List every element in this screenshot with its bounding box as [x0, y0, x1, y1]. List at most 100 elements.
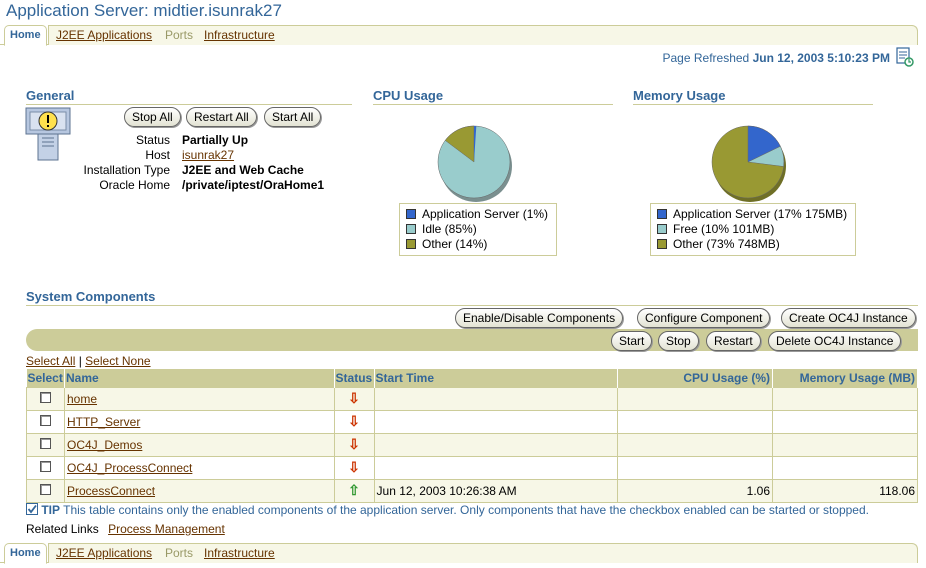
- bottom-tab-j2ee-applications[interactable]: J2EE Applications: [56, 546, 152, 560]
- select-cell: [26, 409, 65, 434]
- memory-usage-heading: Memory Usage: [633, 88, 873, 105]
- start-time-cell: [373, 409, 619, 434]
- delete-oc4j-instance-button[interactable]: Delete OC4J Instance: [768, 331, 902, 351]
- name-cell: ProcessConnect: [63, 478, 335, 503]
- row-select-checkbox[interactable]: [39, 460, 51, 472]
- row-select-checkbox[interactable]: [39, 414, 51, 426]
- tip-check-icon: [26, 503, 38, 515]
- table-row: home ⇩: [26, 386, 918, 411]
- selection-links: Select All | Select None: [26, 354, 151, 368]
- create-oc4j-instance-button[interactable]: Create OC4J Instance: [781, 308, 916, 328]
- oracle-home-value: /private/iptest/OraHome1: [182, 178, 325, 192]
- status-up-arrow-icon: ⇧: [348, 482, 360, 498]
- tip-label: TIP: [41, 503, 61, 517]
- row-select-checkbox[interactable]: [39, 391, 51, 403]
- status-cell: ⇩: [333, 386, 375, 411]
- select-cell: [26, 455, 65, 480]
- status-cell: ⇩: [333, 409, 375, 434]
- host-label: Host: [145, 148, 170, 162]
- table-row: OC4J_Demos ⇩: [26, 432, 918, 457]
- bottom-tab-home[interactable]: Home: [4, 543, 47, 564]
- tip-body: This table contains only the enabled com…: [63, 503, 869, 517]
- stop-all-button[interactable]: Stop All: [124, 107, 181, 127]
- process-management-link[interactable]: Process Management: [108, 522, 225, 536]
- cpu-usage-cell: [617, 409, 774, 434]
- status-down-arrow-icon: ⇩: [348, 436, 360, 452]
- start-all-button[interactable]: Start All: [264, 107, 322, 127]
- general-properties: Status Partially Up Host isunrak27 Insta…: [0, 133, 360, 193]
- memory-usage-cell: 118.06: [772, 478, 918, 503]
- enable-disable-components-button[interactable]: Enable/Disable Components: [455, 308, 624, 328]
- select-cell: [26, 386, 65, 411]
- refresh-timestamp: Jun 12, 2003 5:10:23 PM: [752, 51, 890, 65]
- status-down-arrow-icon: ⇩: [348, 459, 360, 475]
- row-select-checkbox[interactable]: [39, 437, 51, 449]
- column-header-memory-usage[interactable]: Memory Usage (MB): [772, 369, 918, 387]
- name-cell: OC4J_Demos: [63, 432, 335, 457]
- restart-button[interactable]: Restart: [706, 331, 761, 351]
- restart-all-button[interactable]: Restart All: [186, 107, 257, 127]
- cpu-usage-pie-chart: [437, 125, 512, 202]
- cpu-legend: Application Server (1%) Idle (85%) Other…: [399, 203, 557, 256]
- row-select-checkbox[interactable]: [39, 483, 51, 495]
- status-down-arrow-icon: ⇩: [348, 390, 360, 406]
- start-time-cell: [373, 432, 619, 457]
- tab-home[interactable]: Home: [4, 25, 47, 46]
- cpu-usage-heading: CPU Usage: [373, 88, 613, 105]
- top-tab-bar: Home J2EE Applications Ports Infrastruct…: [0, 25, 918, 46]
- start-button[interactable]: Start: [611, 331, 653, 351]
- cpu-usage-cell: [617, 386, 774, 411]
- cpu-legend-item: Idle (85%): [406, 222, 550, 237]
- memory-usage-cell: [772, 409, 918, 434]
- configure-component-button[interactable]: Configure Component: [637, 308, 771, 328]
- status-value: Partially Up: [182, 133, 249, 147]
- memory-usage-cell: [772, 455, 918, 480]
- tab-infrastructure[interactable]: Infrastructure: [204, 28, 275, 42]
- related-links: Related Links Process Management: [26, 522, 225, 536]
- name-cell: HTTP_Server: [63, 409, 335, 434]
- component-name-link[interactable]: OC4J_Demos: [67, 438, 142, 452]
- cpu-legend-item: Application Server (1%): [406, 207, 550, 222]
- installation-type-label: Installation Type: [83, 163, 170, 177]
- memory-legend-item: Application Server (17% 175MB): [657, 207, 849, 222]
- cpu-usage-cell: 1.06: [617, 478, 774, 503]
- table-row: OC4J_ProcessConnect ⇩: [26, 455, 918, 480]
- select-cell: [26, 432, 65, 457]
- select-all-link[interactable]: Select All: [26, 354, 75, 368]
- stop-button[interactable]: Stop: [658, 331, 699, 351]
- name-cell: home: [63, 386, 335, 411]
- page-title: Application Server: midtier.isunrak27: [6, 1, 282, 20]
- system-components-table: Select Name Status Start Time CPU Usage …: [26, 369, 918, 503]
- bottom-tab-ports[interactable]: Ports: [165, 546, 193, 560]
- component-name-link[interactable]: HTTP_Server: [67, 415, 140, 429]
- column-header-status[interactable]: Status: [334, 369, 375, 387]
- status-label: Status: [135, 133, 170, 147]
- memory-legend: Application Server (17% 175MB) Free (10%…: [650, 203, 856, 256]
- start-time-cell: Jun 12, 2003 10:26:38 AM: [373, 478, 619, 503]
- column-header-start-time[interactable]: Start Time: [374, 369, 619, 387]
- column-header-select: Select: [26, 369, 65, 387]
- system-components-heading: System Components: [26, 289, 918, 306]
- refresh-label: Page Refreshed: [662, 51, 750, 65]
- status-cell: ⇩: [333, 432, 375, 457]
- status-cell: ⇩: [333, 455, 375, 480]
- refresh-icon[interactable]: [896, 47, 914, 67]
- bottom-tab-infrastructure[interactable]: Infrastructure: [204, 546, 275, 560]
- memory-usage-pie-chart: [711, 125, 786, 202]
- column-header-cpu-usage[interactable]: CPU Usage (%): [617, 369, 774, 387]
- component-name-link[interactable]: home: [67, 392, 97, 406]
- memory-legend-item: Other (73% 748MB): [657, 237, 849, 252]
- select-cell: [26, 478, 65, 503]
- memory-usage-cell: [772, 432, 918, 457]
- memory-legend-item: Free (10% 101MB): [657, 222, 849, 237]
- general-heading: General: [26, 88, 352, 105]
- select-none-link[interactable]: Select None: [85, 354, 150, 368]
- component-name-link[interactable]: OC4J_ProcessConnect: [67, 461, 192, 475]
- component-name-link[interactable]: ProcessConnect: [67, 484, 155, 498]
- host-link[interactable]: isunrak27: [182, 148, 234, 162]
- tab-ports[interactable]: Ports: [165, 28, 193, 42]
- tab-j2ee-applications[interactable]: J2EE Applications: [56, 28, 152, 42]
- cpu-usage-cell: [617, 455, 774, 480]
- column-header-name[interactable]: Name: [64, 369, 335, 387]
- status-cell: ⇧: [333, 478, 375, 503]
